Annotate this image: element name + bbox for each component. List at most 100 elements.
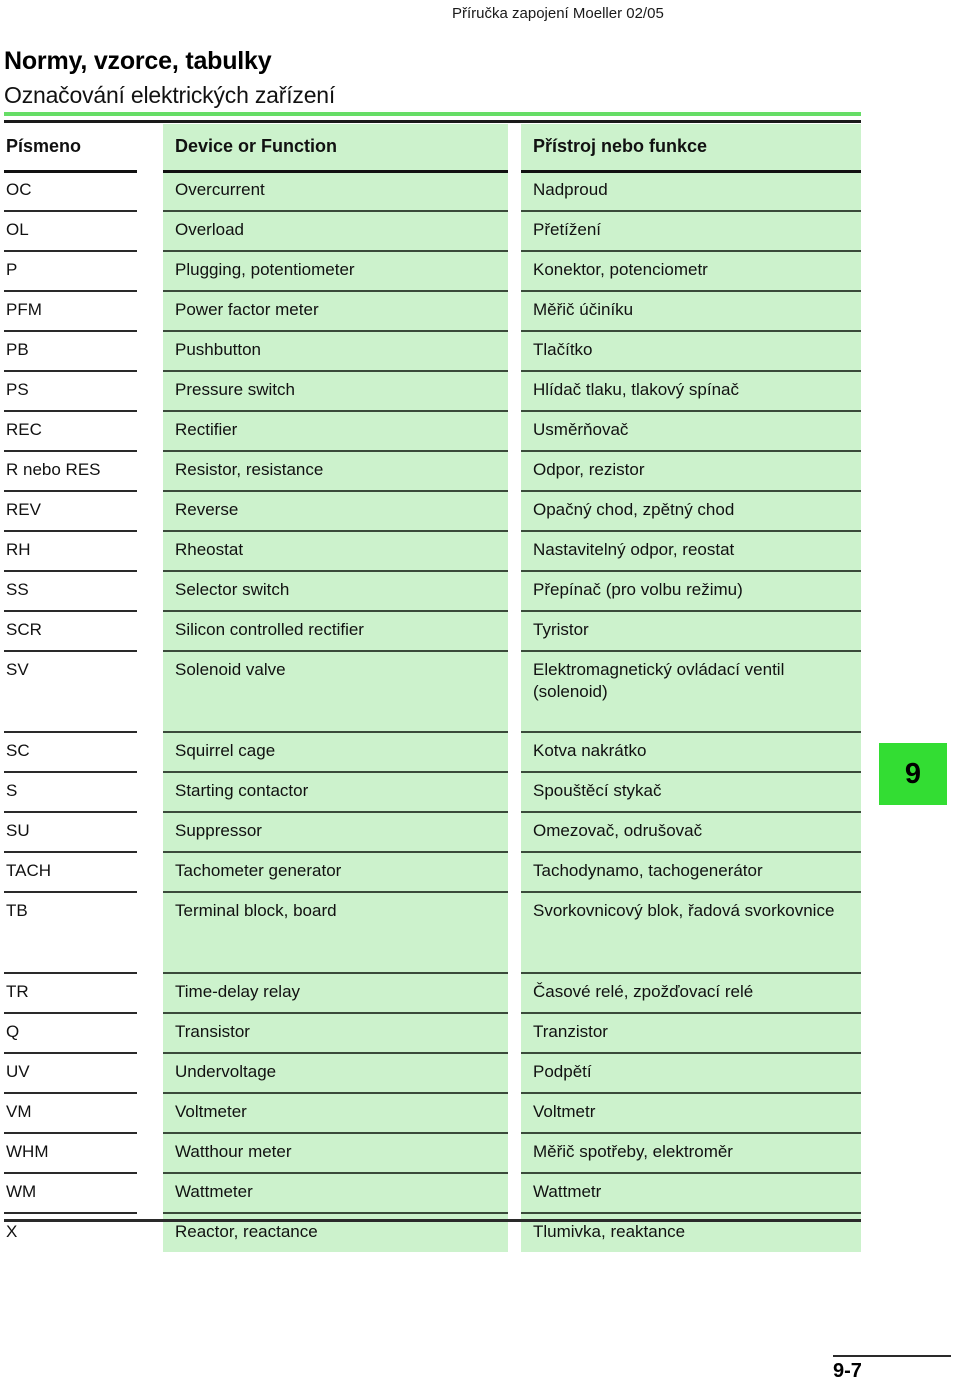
cell-letter: SU (4, 811, 137, 851)
cell-device-cs: Nastavitelný odpor, reostat (521, 530, 861, 570)
cell-device-cs: Usměrňovač (521, 410, 861, 450)
cell-device-en: Time-delay relay (163, 972, 508, 1012)
cell-device-cs: Tlumivka, reaktance (521, 1212, 861, 1252)
chapter-number: 9 (904, 757, 922, 790)
cell-device-en: Reverse (163, 490, 508, 530)
cell-device-cs: Opačný chod, zpětný chod (521, 490, 861, 530)
table-row: SU Suppressor Omezovač, odrušovač (4, 811, 861, 851)
running-head: Příručka zapojení Moeller 02/05 (452, 5, 664, 22)
table-row: PS Pressure switch Hlídač tlaku, tlakový s… (4, 370, 861, 410)
cell-device-cs: Tranzistor (521, 1012, 861, 1052)
cell-device-cs: Tachodynamo, tachogenerátor (521, 851, 861, 891)
cell-device-cs: Kotva nakrátko (521, 731, 861, 771)
table-row: VM Voltmeter Voltmetr (4, 1092, 861, 1132)
cell-device-en: Pushbutton (163, 330, 508, 370)
cell-device-en: Overload (163, 210, 508, 250)
cell-device-en: Power factor meter (163, 290, 508, 330)
cell-device-cs: Měřič účiníku (521, 290, 861, 330)
cell-device-en: Terminal block, board (163, 891, 508, 972)
column-header-device-cs: Přístroj nebo funkce (521, 124, 861, 170)
cell-device-cs: Časové relé, zpožďovací relé (521, 972, 861, 1012)
cell-device-en: Solenoid valve (163, 650, 508, 731)
cell-device-en: Reactor, reactance (163, 1212, 508, 1252)
cell-device-cs: Tlačítko (521, 330, 861, 370)
cell-letter: P (4, 250, 137, 290)
cell-letter: TR (4, 972, 137, 1012)
table-row: X Reactor, reactance Tlumivka, reaktance (4, 1212, 861, 1252)
cell-device-en: Suppressor (163, 811, 508, 851)
table-row: R nebo RES Resistor, resistance Odpor, rez… (4, 450, 861, 490)
table-row: REC Rectifier Usměrňovač (4, 410, 861, 450)
cell-device-cs: Elektromagnetický ovládací ventil (solen… (521, 650, 861, 731)
cell-device-cs: Tyristor (521, 610, 861, 650)
cell-device-en: Transistor (163, 1012, 508, 1052)
cell-device-en: Selector switch (163, 570, 508, 610)
table-row: PFM Power factor meter Měřič účiníku (4, 290, 861, 330)
chapter-thumb-tab: 9 (879, 743, 947, 805)
cell-device-cs: Spouštěcí stykač (521, 771, 861, 811)
cell-letter: SS (4, 570, 137, 610)
table-row: TR Time-delay relay Časové relé, zpožďovac… (4, 972, 861, 1012)
table-row: OC Overcurrent Nadproud (4, 170, 861, 210)
table-row: SV Solenoid valve Elektromagnetický ovláda… (4, 650, 861, 731)
table-row: WM Wattmeter Wattmetr (4, 1172, 861, 1212)
cell-device-cs: Konektor, potenciometr (521, 250, 861, 290)
page-title: Normy, vzorce, tabulky (4, 46, 272, 75)
cell-letter: WM (4, 1172, 137, 1212)
cell-device-en: Silicon controlled rectifier (163, 610, 508, 650)
cell-letter: UV (4, 1052, 137, 1092)
table-row: P Plugging, potentiometer Konektor, potenc… (4, 250, 861, 290)
cell-device-en: Rheostat (163, 530, 508, 570)
cell-device-en: Pressure switch (163, 370, 508, 410)
table-row: TACH Tachometer generator Tachodynamo, tac… (4, 851, 861, 891)
cell-device-en: Wattmeter (163, 1172, 508, 1212)
table-row: SC Squirrel cage Kotva nakrátko (4, 731, 861, 771)
column-header-device: Device or Function (163, 124, 508, 170)
cell-letter: RH (4, 530, 137, 570)
cell-device-en: Squirrel cage (163, 731, 508, 771)
cell-letter: OL (4, 210, 137, 250)
cell-device-en: Starting contactor (163, 771, 508, 811)
table-row: SCR Silicon controlled rectifier Tyristor (4, 610, 861, 650)
page-number: 9-7 (833, 1360, 862, 1382)
cell-letter: SC (4, 731, 137, 771)
cell-device-cs: Wattmetr (521, 1172, 861, 1212)
cell-letter: PS (4, 370, 137, 410)
cell-letter: TACH (4, 851, 137, 891)
cell-letter: WHM (4, 1132, 137, 1172)
cell-letter: Q (4, 1012, 137, 1052)
table-row: UV Undervoltage Podpětí (4, 1052, 861, 1092)
column-header-letter: Písmeno (4, 124, 137, 170)
page-subtitle: Označování elektrických zařízení (4, 82, 336, 109)
header-green-rule (4, 112, 861, 116)
cell-device-cs: Voltmetr (521, 1092, 861, 1132)
cell-letter: TB (4, 891, 137, 972)
table-row: PB Pushbutton Tlačítko (4, 330, 861, 370)
header-black-rule (4, 120, 861, 123)
cell-device-en: Resistor, resistance (163, 450, 508, 490)
cell-letter: R nebo RES (4, 450, 137, 490)
cell-letter: VM (4, 1092, 137, 1132)
table-row: RH Rheostat Nastavitelný odpor, reostat (4, 530, 861, 570)
cell-device-en: Plugging, potentiometer (163, 250, 508, 290)
table-row: SS Selector switch Přepínač (pro volbu rež… (4, 570, 861, 610)
table-row: WHM Watthour meter Měřič spotřeby, elektro… (4, 1132, 861, 1172)
cell-device-cs: Hlídač tlaku, tlakový spínač (521, 370, 861, 410)
cell-device-cs: Podpětí (521, 1052, 861, 1092)
cell-device-en: Tachometer generator (163, 851, 508, 891)
cell-device-cs: Nadproud (521, 170, 861, 210)
cell-letter: PB (4, 330, 137, 370)
cell-letter: OC (4, 170, 137, 210)
cell-device-en: Rectifier (163, 410, 508, 450)
cell-device-cs: Měřič spotřeby, elektroměr (521, 1132, 861, 1172)
cell-device-en: Undervoltage (163, 1052, 508, 1092)
cell-letter: SV (4, 650, 137, 731)
table-row: OL Overload Přetížení (4, 210, 861, 250)
table-row: REV Reverse Opačný chod, zpětný chod (4, 490, 861, 530)
cell-device-en: Watthour meter (163, 1132, 508, 1172)
cell-device-cs: Omezovač, odrušovač (521, 811, 861, 851)
cell-device-en: Voltmeter (163, 1092, 508, 1132)
cell-device-en: Overcurrent (163, 170, 508, 210)
cell-letter: S (4, 771, 137, 811)
cell-letter: PFM (4, 290, 137, 330)
